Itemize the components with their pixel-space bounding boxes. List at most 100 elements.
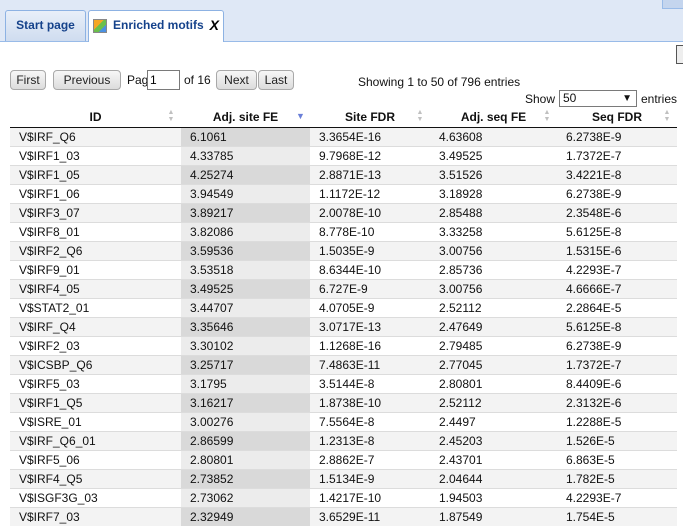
cell-adj-site-fe: 3.49525 [181, 280, 310, 299]
table-row[interactable]: V$IRF2_033.301021.1268E-162.794856.2738E… [10, 337, 677, 356]
sort-descending-icon: ▼ [296, 113, 304, 127]
column-header-adj-site-fe[interactable]: Adj. site FE ▼ [181, 107, 310, 128]
column-header-adj-seq-fe[interactable]: Adj. seq FE ▲▼ [430, 107, 557, 128]
table-row[interactable]: V$IRF8_013.820868.778E-103.332585.6125E-… [10, 223, 677, 242]
cell-site-fdr: 2.0078E-10 [310, 204, 430, 223]
cell-seq-fdr: 4.2293E-7 [557, 489, 677, 508]
column-header-id[interactable]: ID ▲▼ [10, 107, 181, 128]
table-row[interactable]: V$IRF1_054.252742.8871E-133.515263.4221E… [10, 166, 677, 185]
cell-id: V$IRF1_06 [10, 185, 181, 204]
first-page-button[interactable]: First [10, 70, 46, 90]
tab-enriched-motifs-label: Enriched motifs [113, 18, 204, 32]
cell-adj-site-fe: 2.80801 [181, 451, 310, 470]
table-row[interactable]: V$IRF5_062.808012.8862E-72.437016.863E-5 [10, 451, 677, 470]
cell-adj-site-fe: 2.73852 [181, 470, 310, 489]
table-row[interactable]: V$IRF1_034.337859.7968E-123.495251.7372E… [10, 147, 677, 166]
cell-site-fdr: 8.6344E-10 [310, 261, 430, 280]
cell-site-fdr: 7.5564E-8 [310, 413, 430, 432]
cell-site-fdr: 3.5144E-8 [310, 375, 430, 394]
cell-adj-site-fe: 6.1061 [181, 128, 310, 147]
table-row[interactable]: V$ISGF3G_032.730621.4217E-101.945034.229… [10, 489, 677, 508]
table-body: V$IRF_Q66.10613.3654E-164.636086.2738E-9… [10, 128, 677, 526]
cell-id: V$ISRE_01 [10, 413, 181, 432]
table-row[interactable]: V$IRF9_013.535188.6344E-102.857364.2293E… [10, 261, 677, 280]
cell-adj-site-fe: 3.00276 [181, 413, 310, 432]
cell-seq-fdr: 5.6125E-8 [557, 318, 677, 337]
tab-start-page[interactable]: Start page [5, 10, 86, 41]
page-count-label: of 16 [184, 73, 211, 87]
cell-id: V$IRF_Q6 [10, 128, 181, 147]
cell-adj-site-fe: 3.94549 [181, 185, 310, 204]
table-row[interactable]: V$IRF_Q66.10613.3654E-164.636086.2738E-9 [10, 128, 677, 147]
table-row[interactable]: V$IRF4_Q52.738521.5134E-92.046441.782E-5 [10, 470, 677, 489]
cell-id: V$ISGF3G_03 [10, 489, 181, 508]
page-length-value: 50 [563, 91, 576, 105]
cell-site-fdr: 2.8862E-7 [310, 451, 430, 470]
page-length-select[interactable]: 50 ▼ [559, 90, 637, 107]
cell-id: V$IRF7_03 [10, 508, 181, 526]
cell-id: V$IRF5_06 [10, 451, 181, 470]
cell-id: V$IRF1_03 [10, 147, 181, 166]
table-row[interactable]: V$IRF3_073.892172.0078E-102.854882.3548E… [10, 204, 677, 223]
cell-adj-seq-fe: 2.79485 [430, 337, 557, 356]
cell-site-fdr: 6.727E-9 [310, 280, 430, 299]
table-row[interactable]: V$IRF5_033.17953.5144E-82.808018.4409E-6 [10, 375, 677, 394]
column-header-label: Site FDR [345, 110, 395, 124]
next-page-button[interactable]: Next [216, 70, 257, 90]
cell-id: V$IRF1_Q5 [10, 394, 181, 413]
cell-seq-fdr: 1.2288E-5 [557, 413, 677, 432]
column-header-seq-fdr[interactable]: Seq FDR ▲▼ [557, 107, 677, 128]
previous-page-button[interactable]: Previous [53, 70, 121, 90]
cell-adj-site-fe: 3.53518 [181, 261, 310, 280]
sort-both-icon: ▲▼ [543, 109, 551, 123]
table-row[interactable]: V$IRF2_Q63.595361.5035E-93.007561.5315E-… [10, 242, 677, 261]
cell-adj-seq-fe: 3.33258 [430, 223, 557, 242]
cell-adj-site-fe: 3.59536 [181, 242, 310, 261]
page-number-input[interactable] [147, 70, 180, 90]
motif-table-icon [93, 19, 107, 33]
cell-adj-seq-fe: 3.49525 [430, 147, 557, 166]
cell-site-fdr: 3.0717E-13 [310, 318, 430, 337]
tab-bar: Start page Enriched motifs X [0, 0, 683, 42]
cell-seq-fdr: 6.2738E-9 [557, 128, 677, 147]
table-row[interactable]: V$IRF_Q6_012.865991.2313E-82.452031.526E… [10, 432, 677, 451]
cell-adj-site-fe: 3.89217 [181, 204, 310, 223]
table-row[interactable]: V$IRF1_063.945491.1172E-123.189286.2738E… [10, 185, 677, 204]
cell-adj-site-fe: 3.16217 [181, 394, 310, 413]
sort-both-icon: ▲▼ [416, 109, 424, 123]
cell-seq-fdr: 4.6666E-7 [557, 280, 677, 299]
table-row[interactable]: V$ICSBP_Q63.257177.4863E-112.770451.7372… [10, 356, 677, 375]
close-tab-icon[interactable]: X [210, 11, 219, 40]
cell-adj-seq-fe: 3.18928 [430, 185, 557, 204]
cell-adj-site-fe: 4.33785 [181, 147, 310, 166]
cell-adj-seq-fe: 3.00756 [430, 280, 557, 299]
cell-seq-fdr: 5.6125E-8 [557, 223, 677, 242]
cell-adj-site-fe: 2.32949 [181, 508, 310, 526]
table-row[interactable]: V$IRF7_032.329493.6529E-111.875491.754E-… [10, 508, 677, 526]
cell-adj-site-fe: 3.1795 [181, 375, 310, 394]
table-row[interactable]: V$IRF1_Q53.162171.8738E-102.521122.3132E… [10, 394, 677, 413]
cell-id: V$IRF2_03 [10, 337, 181, 356]
table-row[interactable]: V$IRF_Q43.356463.0717E-132.476495.6125E-… [10, 318, 677, 337]
table-row[interactable]: V$IRF4_053.495256.727E-93.007564.6666E-7 [10, 280, 677, 299]
column-header-label: Seq FDR [592, 110, 642, 124]
cell-site-fdr: 1.5035E-9 [310, 242, 430, 261]
cell-adj-seq-fe: 3.00756 [430, 242, 557, 261]
tab-enriched-motifs[interactable]: Enriched motifs X [88, 10, 224, 42]
cell-adj-seq-fe: 1.94503 [430, 489, 557, 508]
last-page-button[interactable]: Last [258, 70, 294, 90]
cell-adj-seq-fe: 2.45203 [430, 432, 557, 451]
cell-adj-site-fe: 3.82086 [181, 223, 310, 242]
panel-toggle-button[interactable] [676, 45, 683, 64]
cell-seq-fdr: 6.2738E-9 [557, 337, 677, 356]
cell-site-fdr: 9.7968E-12 [310, 147, 430, 166]
cell-seq-fdr: 1.526E-5 [557, 432, 677, 451]
cell-site-fdr: 3.6529E-11 [310, 508, 430, 526]
dropdown-arrow-icon: ▼ [622, 91, 632, 106]
cell-seq-fdr: 3.4221E-8 [557, 166, 677, 185]
cell-site-fdr: 1.2313E-8 [310, 432, 430, 451]
table-row[interactable]: V$ISRE_013.002767.5564E-82.44971.2288E-5 [10, 413, 677, 432]
table-row[interactable]: V$STAT2_013.447074.0705E-92.521122.2864E… [10, 299, 677, 318]
column-header-site-fdr[interactable]: Site FDR ▲▼ [310, 107, 430, 128]
sort-both-icon: ▲▼ [663, 109, 671, 123]
